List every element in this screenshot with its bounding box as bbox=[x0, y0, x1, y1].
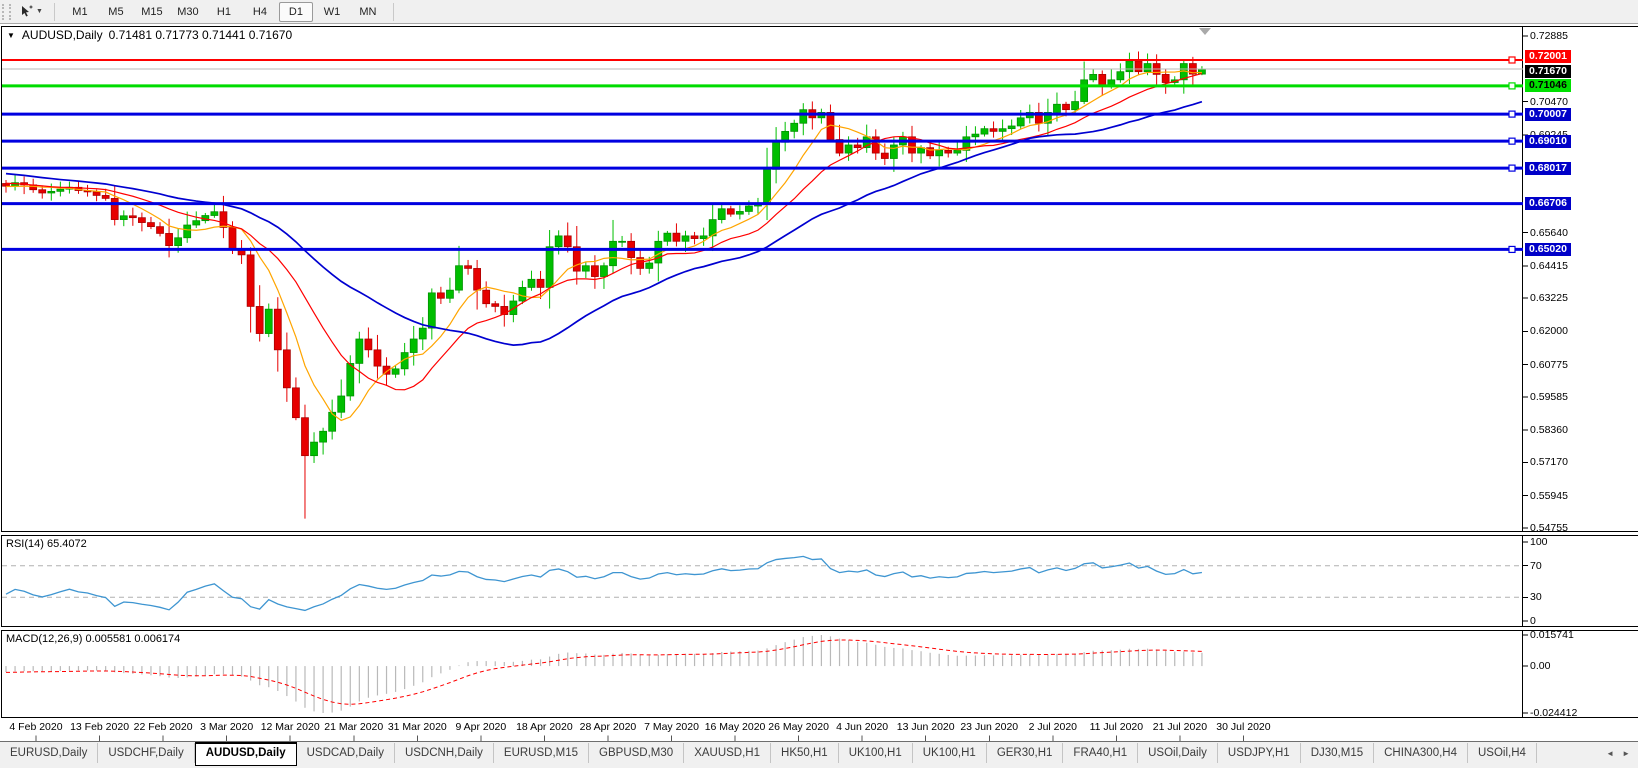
chart-tab-eurusd-daily[interactable]: EURUSD,Daily bbox=[0, 743, 98, 763]
chart-tab-dj30-m15[interactable]: DJ30,M15 bbox=[1301, 743, 1374, 763]
timeframe-buttons: M1M5M15M30H1H4D1W1MN bbox=[62, 2, 386, 22]
date-axis-label: 13 Jun 2020 bbox=[897, 721, 955, 733]
toolbar-grip-handle[interactable] bbox=[2, 4, 11, 20]
trading-app-window: ▼ M1M5M15M30H1H4D1W1MN ▼ AUDUSD,Daily 0.… bbox=[0, 0, 1638, 768]
price-chart-canvas[interactable] bbox=[0, 24, 1638, 741]
rsi-axis-tick-100: 100 bbox=[1530, 536, 1548, 548]
date-axis-label: 3 Mar 2020 bbox=[200, 721, 253, 733]
macd-axis-tick-2: -0.024412 bbox=[1530, 707, 1577, 719]
price-axis-tick-0.70470: 0.70470 bbox=[1530, 96, 1568, 108]
chart-tab-usdcad-daily[interactable]: USDCAD,Daily bbox=[297, 743, 395, 763]
tab-scroll-left-icon[interactable]: ◄ bbox=[1606, 749, 1614, 758]
timeframe-button-m5[interactable]: M5 bbox=[99, 2, 133, 22]
tab-scroll-arrows: ◄► bbox=[1598, 742, 1638, 764]
macd-pane[interactable] bbox=[2, 631, 1523, 718]
price-badge-0.69010: 0.69010 bbox=[1525, 135, 1571, 148]
price-badge-0.71046: 0.71046 bbox=[1525, 79, 1571, 92]
chart-tab-usdchf-daily[interactable]: USDCHF,Daily bbox=[98, 743, 194, 763]
price-axis-tick-0.58360: 0.58360 bbox=[1530, 424, 1568, 436]
price-axis-tick-0.54755: 0.54755 bbox=[1530, 522, 1568, 534]
crosshair-glyph bbox=[19, 5, 33, 19]
timeframe-button-h4[interactable]: H4 bbox=[243, 2, 277, 22]
price-axis-tick-0.55945: 0.55945 bbox=[1530, 490, 1568, 502]
price-axis-tick-0.62000: 0.62000 bbox=[1530, 325, 1568, 337]
chart-tab-uk100-h1[interactable]: UK100,H1 bbox=[839, 743, 913, 763]
rsi-axis-tick-30: 30 bbox=[1530, 591, 1542, 603]
date-axis-label: 12 Mar 2020 bbox=[261, 721, 320, 733]
date-axis-label: 21 Jul 2020 bbox=[1153, 721, 1207, 733]
rsi-indicator-label: RSI(14) 65.4072 bbox=[6, 538, 87, 550]
timeframe-button-m15[interactable]: M15 bbox=[135, 2, 169, 22]
date-axis-label: 21 Mar 2020 bbox=[324, 721, 383, 733]
chart-tab-usdcnh-daily[interactable]: USDCNH,Daily bbox=[395, 743, 494, 763]
chart-tab-uk100-h1[interactable]: UK100,H1 bbox=[913, 743, 987, 763]
date-axis-label: 2 Jul 2020 bbox=[1029, 721, 1077, 733]
price-badge-0.70007: 0.70007 bbox=[1525, 108, 1571, 121]
chart-tab-hk50-h1[interactable]: HK50,H1 bbox=[771, 743, 839, 763]
price-badge-0.72001: 0.72001 bbox=[1525, 50, 1571, 63]
chart-symbol-period: AUDUSD,Daily bbox=[22, 28, 103, 42]
chart-title: ▼ AUDUSD,Daily 0.71481 0.71773 0.71441 0… bbox=[7, 28, 292, 42]
date-axis-label: 16 May 2020 bbox=[705, 721, 766, 733]
tool-dropdown-caret-icon[interactable]: ▼ bbox=[36, 8, 43, 15]
chart-tab-audusd-daily[interactable]: AUDUSD,Daily bbox=[195, 742, 297, 766]
chart-tab-gbpusd-m30[interactable]: GBPUSD,M30 bbox=[589, 743, 684, 763]
rsi-axis-tick-70: 70 bbox=[1530, 560, 1542, 572]
macd-axis-tick-0: 0.015741 bbox=[1530, 629, 1574, 641]
chart-tab-usoil-daily[interactable]: USOil,Daily bbox=[1138, 743, 1218, 763]
chart-tab-xauusd-h1[interactable]: XAUUSD,H1 bbox=[684, 743, 771, 763]
price-badge-0.66706: 0.66706 bbox=[1525, 197, 1571, 210]
chart-tab-eurusd-m15[interactable]: EURUSD,M15 bbox=[494, 743, 589, 763]
timeframe-button-w1[interactable]: W1 bbox=[315, 2, 349, 22]
date-axis-label: 11 Jul 2020 bbox=[1090, 721, 1144, 733]
date-axis-label: 7 May 2020 bbox=[644, 721, 699, 733]
chart-window: ▼ AUDUSD,Daily 0.71481 0.71773 0.71441 0… bbox=[0, 24, 1638, 741]
price-badge-0.65020: 0.65020 bbox=[1525, 243, 1571, 256]
date-axis-label: 9 Apr 2020 bbox=[455, 721, 506, 733]
date-axis-label: 26 May 2020 bbox=[768, 721, 829, 733]
price-axis-tick-0.72885: 0.72885 bbox=[1530, 30, 1568, 42]
price-axis-tick-0.59585: 0.59585 bbox=[1530, 391, 1568, 403]
timeframe-button-m1[interactable]: M1 bbox=[63, 2, 97, 22]
price-axis-tick-0.57170: 0.57170 bbox=[1530, 456, 1568, 468]
rsi-axis-tick-0: 0 bbox=[1530, 615, 1536, 627]
price-badge-0.68017: 0.68017 bbox=[1525, 162, 1571, 175]
price-axis-tick-0.60775: 0.60775 bbox=[1530, 359, 1568, 371]
price-axis-tick-0.63225: 0.63225 bbox=[1530, 292, 1568, 304]
timeframe-button-d1[interactable]: D1 bbox=[279, 2, 313, 22]
main-price-pane[interactable] bbox=[2, 27, 1523, 532]
chart-tab-usdjpy-h1[interactable]: USDJPY,H1 bbox=[1218, 743, 1301, 763]
crosshair-cursor-icon[interactable]: ▼ bbox=[15, 3, 47, 21]
rsi-pane[interactable] bbox=[2, 536, 1523, 627]
toolbar-separator bbox=[54, 3, 55, 21]
timeframe-button-m30[interactable]: M30 bbox=[171, 2, 205, 22]
macd-indicator-label: MACD(12,26,9) 0.005581 0.006174 bbox=[6, 633, 180, 645]
timeframe-button-h1[interactable]: H1 bbox=[207, 2, 241, 22]
date-axis-label: 4 Feb 2020 bbox=[9, 721, 62, 733]
date-axis-label: 23 Jun 2020 bbox=[960, 721, 1018, 733]
current-price-badge: 0.71670 bbox=[1525, 65, 1571, 78]
date-axis-label: 13 Feb 2020 bbox=[70, 721, 129, 733]
macd-axis-tick-1: 0.00 bbox=[1530, 660, 1550, 672]
chart-ohlc-readout: 0.71481 0.71773 0.71441 0.71670 bbox=[109, 28, 293, 42]
timeframe-button-mn[interactable]: MN bbox=[351, 2, 385, 22]
date-axis-label: 4 Jun 2020 bbox=[836, 721, 888, 733]
toolbar-separator-right bbox=[393, 3, 394, 21]
price-axis-tick-0.65640: 0.65640 bbox=[1530, 227, 1568, 239]
chart-collapse-caret-icon[interactable]: ▼ bbox=[7, 31, 15, 40]
date-axis-label: 28 Apr 2020 bbox=[580, 721, 637, 733]
date-axis-label: 22 Feb 2020 bbox=[134, 721, 193, 733]
date-axis-label: 31 Mar 2020 bbox=[388, 721, 447, 733]
date-axis-label: 30 Jul 2020 bbox=[1216, 721, 1270, 733]
chart-tab-ger30-h1[interactable]: GER30,H1 bbox=[987, 743, 1064, 763]
chart-tab-fra40-h1[interactable]: FRA40,H1 bbox=[1063, 743, 1138, 763]
chart-tab-china300-h4[interactable]: CHINA300,H4 bbox=[1374, 743, 1468, 763]
chart-tab-usoil-h4[interactable]: USOil,H4 bbox=[1468, 743, 1537, 763]
chart-tabs-bar: EURUSD,DailyUSDCHF,DailyAUDUSD,DailyUSDC… bbox=[0, 741, 1638, 768]
date-axis-label: 18 Apr 2020 bbox=[516, 721, 573, 733]
tab-scroll-right-icon[interactable]: ► bbox=[1622, 749, 1630, 758]
timeframe-toolbar: ▼ M1M5M15M30H1H4D1W1MN bbox=[0, 0, 1638, 24]
price-axis-tick-0.64415: 0.64415 bbox=[1530, 260, 1568, 272]
